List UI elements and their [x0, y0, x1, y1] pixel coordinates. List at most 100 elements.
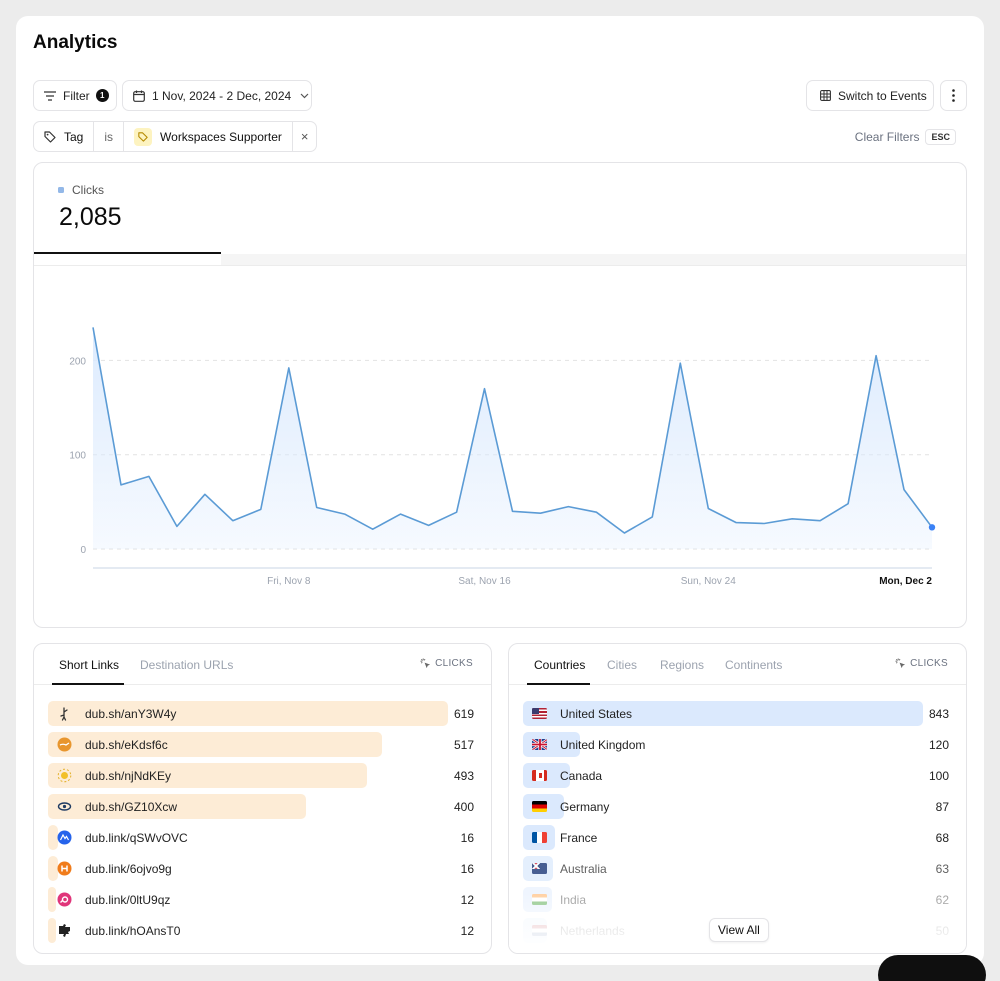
- clicks-column-header[interactable]: CLICKS: [420, 658, 473, 669]
- tab-destination-urls[interactable]: Destination URLs: [140, 658, 233, 672]
- list-item[interactable]: dub.link/6ojvo9g 16: [48, 856, 491, 881]
- item-value: 843: [928, 707, 949, 721]
- filter-count-badge: 1: [95, 89, 109, 102]
- list-item[interactable]: Australia 63: [523, 856, 966, 881]
- item-value: 16: [460, 862, 474, 876]
- cursor-click-icon: [895, 658, 906, 669]
- metric-color-dot: [58, 187, 64, 193]
- list-item[interactable]: dub.sh/anY3W4y 619: [48, 701, 491, 726]
- active-tab-indicator: [52, 683, 124, 685]
- list-item[interactable]: Canada 100: [523, 763, 966, 788]
- list-item[interactable]: United Kingdom 120: [523, 732, 966, 757]
- list-item[interactable]: dub.sh/eKdsf6c 517: [48, 732, 491, 757]
- countries-panel: Countries Cities Regions Continents CLIC…: [508, 643, 967, 954]
- esc-shortcut: ESC: [925, 129, 956, 145]
- more-options-button[interactable]: [940, 80, 967, 111]
- date-range-label: 1 Nov, 2024 - 2 Dec, 2024: [152, 88, 292, 103]
- clicks-column-header[interactable]: CLICKS: [895, 658, 948, 669]
- table-icon: [820, 90, 831, 101]
- list-item[interactable]: Germany 87: [523, 794, 966, 819]
- item-label: dub.link/hOAnsT0: [85, 924, 181, 938]
- countries-tabs: Countries Cities Regions Continents CLIC…: [509, 644, 966, 685]
- tab-band: [221, 254, 966, 265]
- item-value: 400: [453, 800, 474, 814]
- active-tab-indicator: [527, 683, 590, 685]
- filter-icon: [44, 90, 56, 101]
- item-label: Germany: [560, 800, 610, 814]
- cursor-click-icon: [420, 658, 431, 669]
- floating-action-button[interactable]: [878, 955, 986, 981]
- item-label: dub.sh/eKdsf6c: [85, 738, 168, 752]
- us-flag-icon: [532, 706, 547, 721]
- tab-clicks[interactable]: Clicks 2,085: [34, 163, 221, 254]
- metric-value: 2,085: [59, 203, 122, 231]
- links-tabs: Short Links Destination URLs CLICKS: [34, 644, 491, 685]
- item-value: 619: [453, 707, 474, 721]
- spiral-icon: [57, 892, 72, 907]
- y-tick-label: 200: [69, 356, 86, 367]
- switch-to-events-button[interactable]: Switch to Events: [806, 80, 934, 111]
- item-value: 100: [928, 769, 949, 783]
- x-tick-label: Fri, Nov 8: [267, 576, 311, 587]
- list-item[interactable]: United States 843: [523, 701, 966, 726]
- item-label: Canada: [560, 769, 603, 783]
- filter-operator-label: is: [104, 129, 114, 144]
- hex-icon: [57, 861, 72, 876]
- item-value: 12: [460, 893, 474, 907]
- chevron-down-icon: [300, 93, 309, 98]
- uk-flag-icon: [532, 737, 547, 752]
- clicks-header-label: CLICKS: [910, 658, 948, 669]
- filter-button[interactable]: Filter 1: [33, 80, 117, 111]
- y-tick-label: 100: [69, 451, 86, 462]
- eye-icon: [57, 799, 72, 814]
- list-item[interactable]: dub.link/qSWvOVC 16: [48, 825, 491, 850]
- item-value: 493: [453, 769, 474, 783]
- wave-icon: [57, 830, 72, 845]
- tab-regions[interactable]: Regions: [660, 658, 704, 672]
- sun-icon: [57, 768, 72, 783]
- puzzle-icon: [57, 923, 72, 938]
- figure-icon: [57, 706, 72, 721]
- close-icon: ×: [300, 129, 309, 144]
- analytics-card: Analytics Filter 1 1 Nov, 2024 - 2 Dec, …: [16, 16, 984, 965]
- tab-short-links[interactable]: Short Links: [59, 658, 119, 672]
- item-label: dub.link/qSWvOVC: [85, 831, 188, 845]
- item-label: Australia: [560, 862, 607, 876]
- filter-operator[interactable]: is: [94, 122, 125, 151]
- filter-value-section[interactable]: Workspaces Supporter: [124, 122, 293, 151]
- view-all-button[interactable]: View All: [709, 918, 769, 942]
- date-range-picker[interactable]: 1 Nov, 2024 - 2 Dec, 2024: [122, 80, 312, 111]
- active-filter-chip: Tag is Workspaces Supporter ×: [33, 121, 318, 152]
- item-label: United States: [560, 707, 633, 721]
- de-flag-icon: [532, 799, 547, 814]
- remove-filter-button[interactable]: ×: [293, 122, 317, 151]
- item-label: France: [560, 831, 598, 845]
- list-item[interactable]: France 68: [523, 825, 966, 850]
- series-line: [92, 327, 933, 534]
- item-value: 63: [935, 862, 949, 876]
- switch-to-events-label: Switch to Events: [838, 88, 927, 103]
- fr-flag-icon: [532, 830, 547, 845]
- item-label: dub.sh/GZ10Xcw: [85, 800, 178, 814]
- bird-icon: [57, 737, 72, 752]
- more-vertical-icon: [952, 89, 955, 102]
- tab-cities[interactable]: Cities: [607, 658, 637, 672]
- filter-label: Filter: [63, 88, 90, 103]
- value-bar: [48, 918, 56, 943]
- list-item[interactable]: dub.sh/njNdKEy 493: [48, 763, 491, 788]
- list-item[interactable]: dub.link/0ltU9qz 12: [48, 887, 491, 912]
- links-panel: Short Links Destination URLs CLICKS dub.…: [33, 643, 492, 954]
- data-point: [928, 524, 936, 531]
- tab-continents[interactable]: Continents: [725, 658, 782, 672]
- clicks-header-label: CLICKS: [435, 658, 473, 669]
- item-label: dub.sh/anY3W4y: [85, 707, 177, 721]
- clear-filters-button[interactable]: Clear Filters ESC: [855, 129, 956, 145]
- calendar-icon: [133, 90, 145, 102]
- filter-value: Workspaces Supporter: [160, 129, 282, 144]
- clicks-chart[interactable]: 0 100 200 Fri, Nov 8 Sat, Nov 16 Sun, Nov 24 M…: [34, 266, 967, 628]
- list-item[interactable]: dub.sh/GZ10Xcw 400: [48, 794, 491, 819]
- item-label: dub.sh/njNdKEy: [85, 769, 172, 783]
- filter-key-section: Tag: [34, 122, 95, 151]
- tab-countries[interactable]: Countries: [534, 658, 585, 672]
- list-item[interactable]: dub.link/hOAnsT0 12: [48, 918, 491, 943]
